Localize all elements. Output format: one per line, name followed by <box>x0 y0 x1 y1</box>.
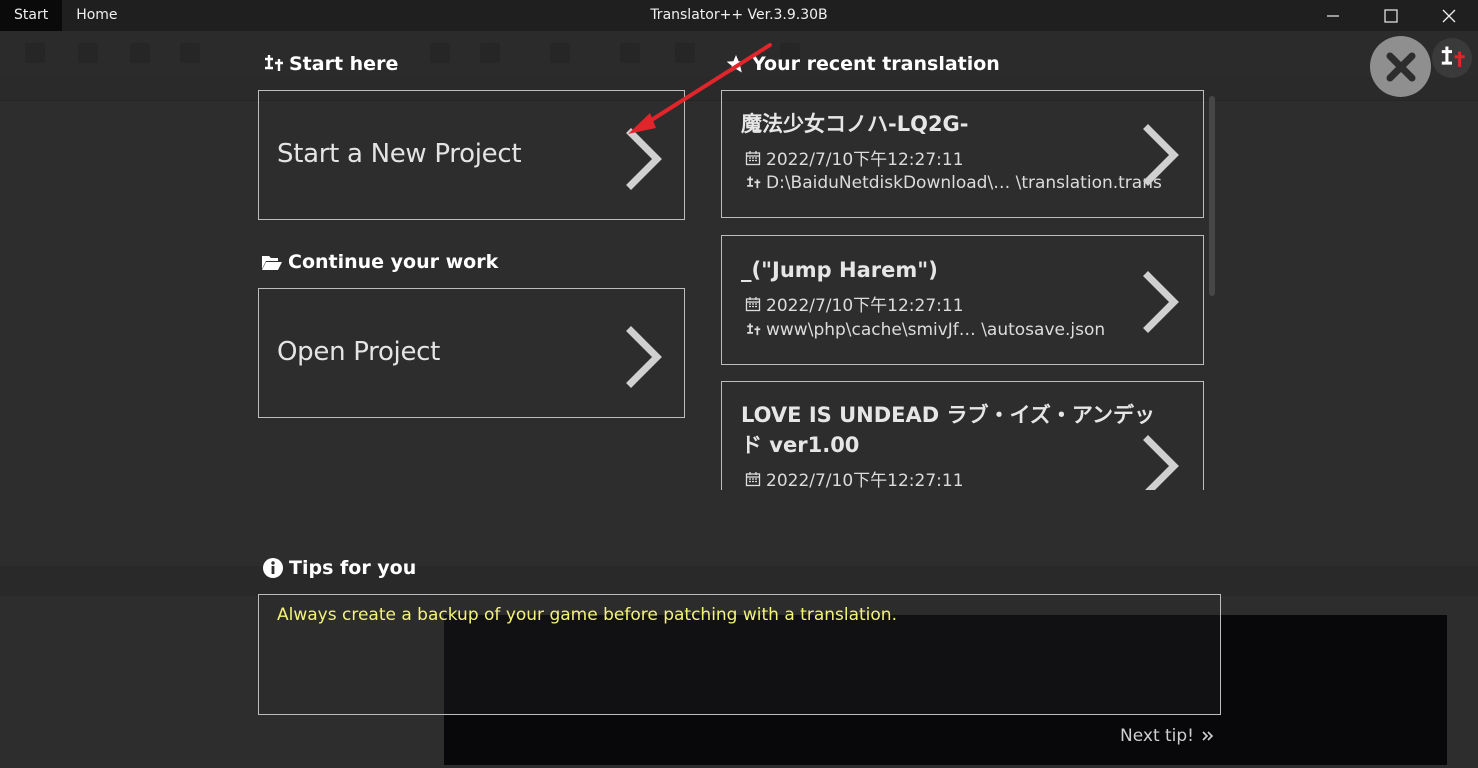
window-controls <box>1304 0 1478 31</box>
chevron-right-icon <box>1142 434 1182 490</box>
app-logo <box>1432 38 1472 78</box>
title-bar: Start Home Translator++ Ver.3.9.30B <box>0 0 1478 31</box>
star-icon <box>726 55 746 73</box>
recent-translation-heading: Your recent translation <box>725 53 1000 75</box>
background-lower-bar <box>0 566 1478 596</box>
tips-label: Tips for you <box>289 557 417 579</box>
close-window-button[interactable] <box>1420 0 1478 31</box>
tips-heading: Tips for you <box>262 557 416 579</box>
recent-item-path: D:\BaiduNetdiskDownload\… \translation.t… <box>745 173 1162 193</box>
double-chevron-right-icon <box>1202 731 1214 741</box>
chevron-right-icon <box>1142 270 1182 334</box>
chevron-right-icon <box>625 325 665 389</box>
info-icon <box>263 558 283 578</box>
tip-text: Always create a backup of your game befo… <box>277 605 897 625</box>
recent-item[interactable]: _("Jump Harem") 2022/7/10下午12:27:11 www\… <box>721 235 1204 365</box>
recent-item-title: _("Jump Harem") <box>741 258 938 282</box>
recent-item[interactable]: 魔法少女コノハ-LQ2G- 2022/7/10下午12:27:11 D:\Bai… <box>721 90 1204 218</box>
bg-tool-icon <box>180 43 200 63</box>
translator-plus-icon <box>265 55 283 71</box>
bg-tool-icon <box>620 43 640 63</box>
maximize-icon <box>1384 8 1398 23</box>
recent-item-path: www\php\cache\smivJf… \autosave.json <box>745 320 1105 340</box>
next-tip-label: Next tip! <box>1120 726 1195 746</box>
close-icon <box>1442 9 1456 22</box>
start-here-heading: Start here <box>262 53 398 75</box>
new-project-button[interactable]: Start a New Project <box>258 90 685 220</box>
bg-tool-icon <box>130 43 150 63</box>
window-title: Translator++ Ver.3.9.30B <box>650 7 828 23</box>
path-text: D:\BaiduNetdiskDownload\… \translation.t… <box>766 173 1162 193</box>
tab-home[interactable]: Home <box>62 0 131 31</box>
tips-box: Always create a backup of your game befo… <box>258 594 1221 715</box>
tab-start[interactable]: Start <box>0 0 63 31</box>
bg-tool-icon <box>480 43 500 63</box>
open-project-button[interactable]: Open Project <box>258 288 685 418</box>
minimize-button[interactable] <box>1304 0 1362 31</box>
minimize-icon <box>1327 14 1339 17</box>
bg-tool-icon <box>78 43 98 63</box>
recent-list-scrollbar[interactable] <box>1209 96 1215 296</box>
recent-item-title: 魔法少女コノハ-LQ2G- <box>741 112 969 136</box>
open-project-label: Open Project <box>277 337 441 367</box>
continue-work-heading: Continue your work <box>261 251 498 273</box>
recent-translation-list[interactable]: 魔法少女コノハ-LQ2G- 2022/7/10下午12:27:11 D:\Bai… <box>721 90 1219 490</box>
close-start-screen-button[interactable] <box>1370 36 1431 97</box>
bg-tool-icon <box>550 43 570 63</box>
recent-item-date: 2022/7/10下午12:27:11 <box>745 145 964 170</box>
start-here-label: Start here <box>289 53 399 75</box>
translator-plus-logo-icon <box>1441 46 1465 67</box>
close-icon <box>1386 52 1415 81</box>
recent-item[interactable]: LOVE IS UNDEAD ラブ・イズ・アンデッド ver1.00 2022/… <box>721 381 1204 490</box>
translator-plus-icon <box>747 323 761 336</box>
folder-open-icon <box>262 256 282 270</box>
date-text: 2022/7/10下午12:27:11 <box>766 296 964 316</box>
maximize-button[interactable] <box>1362 0 1420 31</box>
chevron-right-icon <box>625 127 665 191</box>
recent-item-title: LOVE IS UNDEAD ラブ・イズ・アンデッド ver1.00 <box>741 403 1156 457</box>
path-text: www\php\cache\smivJf… \autosave.json <box>766 320 1106 340</box>
next-tip-button[interactable]: Next tip! <box>1120 726 1214 746</box>
continue-work-label: Continue your work <box>288 251 499 273</box>
chevron-right-icon <box>1142 123 1182 187</box>
new-project-label: Start a New Project <box>277 139 522 169</box>
bg-tool-icon <box>675 43 695 63</box>
date-text: 2022/7/10下午12:27:11 <box>766 150 964 170</box>
calendar-icon <box>745 296 761 311</box>
recent-item-date: 2022/7/10下午12:27:11 <box>745 466 964 490</box>
recent-item-date: 2022/7/10下午12:27:11 <box>745 291 964 316</box>
bg-tool-icon <box>25 43 45 63</box>
calendar-icon <box>745 150 761 165</box>
recent-translation-label: Your recent translation <box>752 53 1000 75</box>
translator-plus-icon <box>747 176 761 189</box>
calendar-icon <box>745 471 761 486</box>
date-text: 2022/7/10下午12:27:11 <box>766 471 964 490</box>
bg-tool-icon <box>430 43 450 63</box>
